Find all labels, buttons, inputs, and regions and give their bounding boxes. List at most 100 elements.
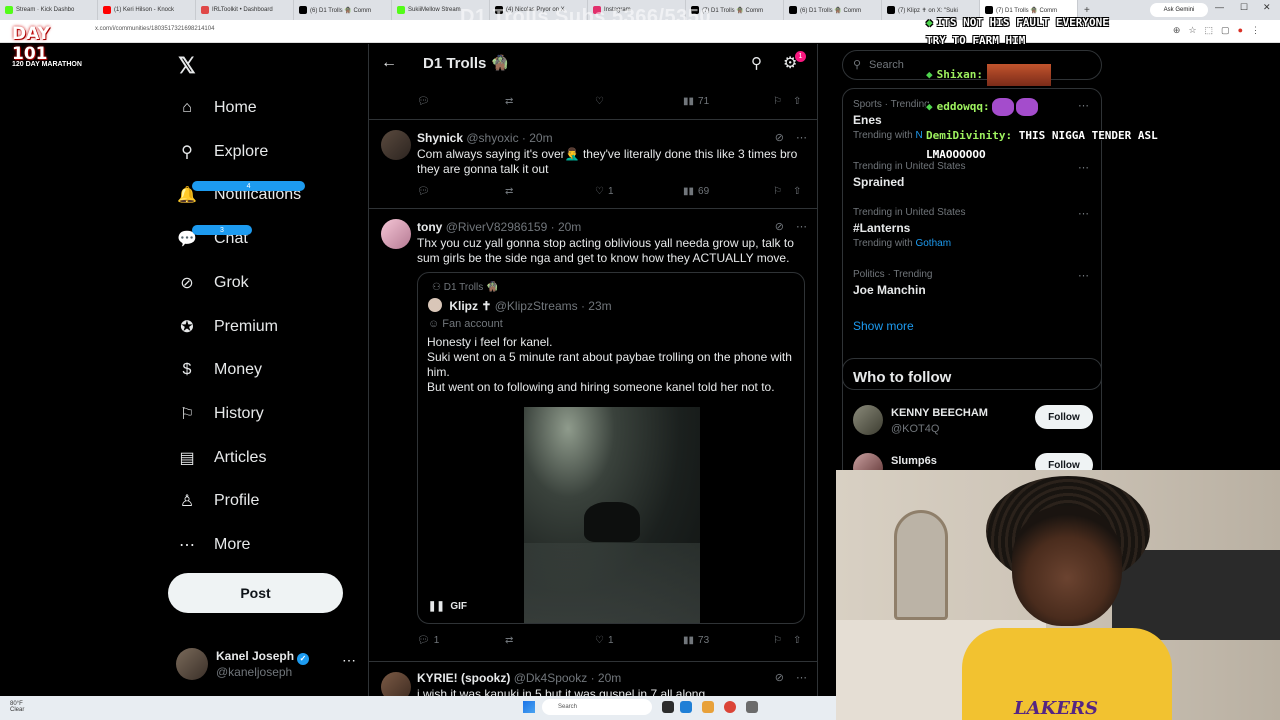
tweet[interactable]: KYRIE! (spookz) @Dk4Spookz · 20m ⊘ ⋯ i w…: [369, 663, 817, 696]
trend-item[interactable]: Politics · Trending Joe Manchin ⋯: [853, 269, 1093, 297]
like-icon[interactable]: ♡ 1: [595, 635, 614, 646]
avatar[interactable]: [381, 672, 411, 696]
maximize-icon[interactable]: ☐: [1240, 2, 1248, 13]
nav-label: Grok: [214, 273, 249, 291]
views-icon[interactable]: ▮▮ 71: [683, 96, 709, 107]
follow-button[interactable]: Follow: [1035, 405, 1093, 429]
quoted-gif[interactable]: [524, 407, 700, 623]
views-icon[interactable]: ▮▮ 69: [683, 186, 709, 197]
extension-icon[interactable]: ⬚: [1205, 25, 1214, 36]
retweet-icon[interactable]: ⇄: [505, 635, 513, 646]
browser-menu-icon[interactable]: ⋮: [1251, 25, 1260, 36]
tweet-more-icon[interactable]: ⋯: [796, 220, 807, 233]
reply-icon[interactable]: 💬︎: [417, 96, 430, 107]
browser-tab[interactable]: Stream · Kick Dashbo: [0, 0, 98, 20]
nav-item-articles[interactable]: ▤ Articles: [176, 438, 266, 478]
bookmark-icon[interactable]: ⚐: [773, 96, 782, 107]
author-name[interactable]: KYRIE! (spookz): [417, 671, 510, 685]
author-handle[interactable]: @shyoxic: [466, 131, 518, 145]
nav-item-notifications[interactable]: 🔔 4 Notifications: [176, 175, 306, 215]
browser-tab[interactable]: IRLToolkit • Dashboard: [196, 0, 294, 20]
tweet-time[interactable]: · 20m: [522, 131, 553, 145]
nav-item-explore[interactable]: ⚲ Explore: [176, 132, 268, 172]
bookmark-icon[interactable]: ⚐: [773, 635, 782, 646]
close-window-icon[interactable]: ✕: [1263, 2, 1271, 13]
tab-search-icon[interactable]: ▢: [1221, 25, 1230, 36]
tweet-time[interactable]: · 20m: [591, 671, 622, 685]
browser-tab[interactable]: (6) D1 Trolls 🧌 Comm: [294, 0, 392, 20]
zoom-icon[interactable]: ⊕: [1173, 25, 1181, 36]
trend-with-link[interactable]: N: [915, 130, 922, 141]
tweet-partial[interactable]: 💬︎ ⇄ ♡ ▮▮ 71 ⚐ ⇧: [369, 84, 817, 120]
reply-icon[interactable]: 💬︎ 1: [417, 635, 439, 646]
retweet-icon[interactable]: ⇄: [505, 186, 513, 197]
views-icon[interactable]: ▮▮ 73: [683, 635, 709, 646]
share-icon[interactable]: ⇧: [793, 635, 801, 646]
tweet-time[interactable]: · 20m: [551, 220, 582, 234]
share-icon[interactable]: ⇧: [793, 96, 801, 107]
ask-gemini-button[interactable]: Ask Gemini: [1150, 3, 1208, 17]
avatar[interactable]: [853, 405, 883, 435]
grok-icon[interactable]: ⊘: [775, 220, 784, 233]
tweet-more-icon[interactable]: ⋯: [796, 131, 807, 144]
author-name[interactable]: Shynick: [417, 131, 463, 145]
chrome-icon[interactable]: [724, 701, 736, 713]
trend-more-icon[interactable]: ⋯: [1078, 161, 1089, 174]
taskview-icon[interactable]: [662, 701, 674, 713]
windows-start-icon[interactable]: [523, 701, 535, 713]
nav-item-profile[interactable]: ♙ Profile: [176, 481, 260, 521]
trend-more-icon[interactable]: ⋯: [1078, 207, 1089, 220]
author-name[interactable]: tony: [417, 220, 442, 234]
nav-item-grok[interactable]: ⊘ Grok: [176, 263, 249, 303]
nav-item-money[interactable]: $ Money: [176, 350, 262, 390]
nav-item-home[interactable]: ⌂ Home: [176, 88, 257, 128]
taskbar-search[interactable]: Search: [542, 699, 652, 715]
browser-tab[interactable]: (1) Keri Hilson - Knock: [98, 0, 196, 20]
nav-item-history[interactable]: ⚐ History: [176, 394, 264, 434]
trend-more-icon[interactable]: ⋯: [1078, 269, 1089, 282]
share-icon[interactable]: ⇧: [793, 186, 801, 197]
retweet-icon[interactable]: ⇄: [505, 96, 513, 107]
tweet[interactable]: Shynick @shyoxic · 20m ⊘ ⋯ Com always sa…: [369, 121, 817, 209]
nav-item-more[interactable]: ⋯ More: [176, 525, 250, 565]
tweet[interactable]: tony @RiverV82986159 · 20m ⊘ ⋯ Thx you c…: [369, 210, 817, 662]
minimize-icon[interactable]: —: [1215, 2, 1224, 12]
file-explorer-icon[interactable]: [702, 701, 714, 713]
new-tab-icon[interactable]: +: [1078, 5, 1096, 16]
community-search-icon[interactable]: ⚲: [751, 54, 762, 72]
bookmark-star-icon[interactable]: ☆: [1188, 25, 1196, 36]
grok-icon[interactable]: ⊘: [775, 131, 784, 144]
trend-item[interactable]: Trending in United States Sprained ⋯: [853, 161, 1093, 189]
author-handle[interactable]: @Dk4Spookz: [514, 671, 588, 685]
like-icon[interactable]: ♡ 1: [595, 186, 614, 197]
trend-item[interactable]: Trending in United States #Lanterns Tren…: [853, 207, 1093, 249]
pause-icon[interactable]: ❚❚: [428, 601, 445, 612]
app-icon[interactable]: [746, 701, 758, 713]
weather-widget[interactable]: 80°F Clear: [10, 701, 24, 713]
profile-avatar-icon[interactable]: ●: [1238, 25, 1243, 36]
nav-item-chat[interactable]: 💬 3 Chat: [176, 219, 252, 259]
bookmark-icon[interactable]: ⚐: [773, 186, 782, 197]
quoted-tweet[interactable]: ⚇ D1 Trolls 🧌 Klipz ✝ @KlipzStreams · 23…: [417, 272, 805, 624]
nav-item-premium[interactable]: ✪ Premium: [176, 307, 278, 347]
reply-icon[interactable]: 💬︎: [417, 186, 430, 197]
x-logo-icon[interactable]: 𝕏: [178, 53, 196, 79]
trend-more-icon[interactable]: ⋯: [1078, 99, 1089, 112]
post-button[interactable]: Post: [168, 573, 343, 613]
url-field[interactable]: x.com/i/communities/1803517321698214104: [95, 26, 214, 32]
show-more-link[interactable]: Show more: [853, 319, 914, 333]
back-arrow-icon[interactable]: ←: [381, 54, 397, 72]
author-handle[interactable]: @RiverV82986159: [446, 220, 548, 234]
trend-with-link[interactable]: Gotham: [915, 238, 951, 249]
account-more-icon[interactable]: ⋯: [342, 652, 356, 669]
like-icon[interactable]: ♡: [595, 96, 608, 107]
avatar[interactable]: [381, 130, 411, 160]
browser-tab[interactable]: (6) D1 Trolls 🧌 Comm: [784, 0, 882, 20]
follow-suggestion[interactable]: KENNY BEECHAM @KOT4Q Follow: [853, 403, 1093, 439]
edge-icon[interactable]: [680, 701, 692, 713]
account-switcher[interactable]: Kanel Joseph ✓ @kaneljoseph ⋯: [176, 646, 356, 682]
avatar[interactable]: [381, 219, 411, 249]
tweet-more-icon[interactable]: ⋯: [796, 671, 807, 684]
grok-icon[interactable]: ⊘: [775, 671, 784, 684]
community-timeline[interactable]: ← D1 Trolls 🧌 ⚲ ⚙ 1 💬︎ ⇄ ♡ ▮▮ 71 ⚐ ⇧ Shy…: [368, 44, 818, 696]
